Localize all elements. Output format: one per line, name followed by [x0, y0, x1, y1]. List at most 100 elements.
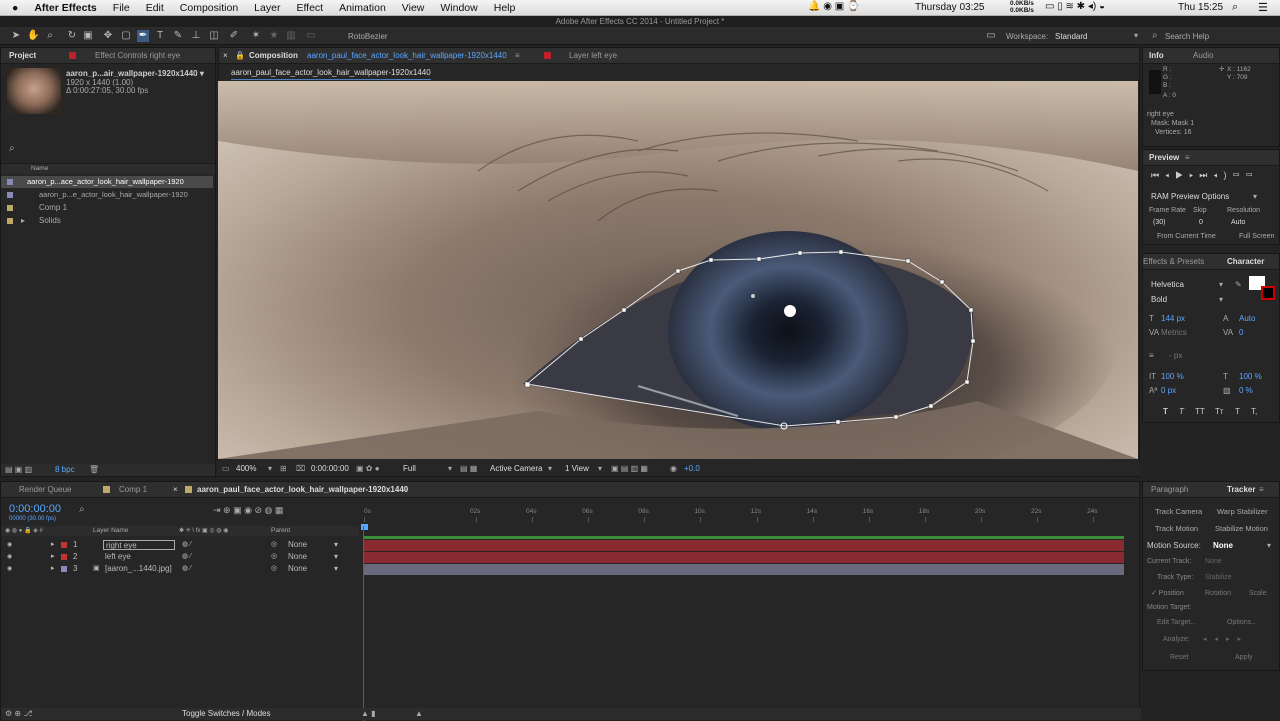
toggle-switches-modes[interactable]: Toggle Switches / Modes	[182, 708, 271, 720]
menu-help[interactable]: Help	[486, 2, 524, 14]
menu-edit[interactable]: Edit	[138, 2, 172, 14]
menu-window[interactable]: Window	[432, 2, 485, 14]
edit-target-button[interactable]: Edit Target...	[1157, 617, 1196, 629]
resolution-select[interactable]: Full	[403, 463, 416, 475]
composition-viewer[interactable]	[218, 81, 1138, 459]
scale-checkbox[interactable]: Scale	[1249, 588, 1267, 600]
list-item[interactable]: Comp 1	[1, 202, 213, 214]
baseline-shift-value[interactable]: 0 px	[1161, 385, 1176, 397]
faux-italic-button[interactable]: T	[1179, 406, 1184, 418]
visibility-icon[interactable]: ◉	[7, 539, 12, 551]
motion-source-select[interactable]: None	[1213, 540, 1233, 552]
tsume-value[interactable]: 0 %	[1239, 385, 1253, 397]
lock-icon[interactable]: 🔒	[235, 48, 245, 64]
brush-tool-icon[interactable]: ✎	[172, 30, 184, 42]
status-icons[interactable]: 🔔 ◉ ▣ ⌚	[808, 1, 859, 12]
interpret-footage-icon[interactable]: ▤ ▣ ▥	[5, 464, 32, 476]
tab-tracker[interactable]: Tracker	[1227, 482, 1255, 498]
parent-pickwhip-icon[interactable]: ◎	[271, 551, 277, 563]
track-camera-button[interactable]: Track Camera	[1155, 506, 1202, 518]
shy-icon[interactable]: ◍ ⁄	[182, 563, 191, 575]
track-type-select[interactable]: Stabilize	[1205, 572, 1231, 584]
views-dropdown-icon[interactable]: ▾	[598, 463, 602, 475]
menu-app[interactable]: After Effects	[26, 2, 104, 14]
toggle-icons[interactable]: ▣ ▤ ▥ ▦	[611, 463, 648, 475]
work-area-bar[interactable]	[364, 536, 1124, 539]
stroke-width-value[interactable]: - px	[1169, 350, 1182, 362]
parent-select[interactable]: None	[288, 563, 307, 575]
layer-name[interactable]: left eye	[105, 551, 131, 563]
close-tab-icon[interactable]: ×	[223, 48, 228, 64]
grid-icon[interactable]: ⊞	[280, 463, 287, 475]
hand-tool-icon[interactable]: ✋	[27, 30, 39, 42]
resolution-select-preview[interactable]: Auto	[1231, 217, 1245, 229]
parent-pickwhip-icon[interactable]: ◎	[271, 563, 277, 575]
type-tool-icon[interactable]: T	[154, 30, 166, 42]
tab-info[interactable]: Info	[1149, 48, 1164, 64]
kerning-value[interactable]: Metrics	[1161, 327, 1187, 339]
project-search-icon[interactable]: ⌕	[9, 143, 15, 155]
tab-project[interactable]: Project	[9, 48, 36, 64]
track-motion-button[interactable]: Track Motion	[1155, 523, 1198, 535]
tab-composition-name[interactable]: aaron_paul_face_actor_look_hair_wallpape…	[307, 48, 507, 64]
warp-stabilizer-button[interactable]: Warp Stabilizer	[1217, 506, 1268, 518]
menu-layer[interactable]: Layer	[246, 2, 288, 14]
menu-file[interactable]: File	[105, 2, 138, 14]
pen-tool-icon[interactable]: ✒	[137, 30, 149, 42]
timeline-search-icon[interactable]: ⌕	[79, 504, 85, 516]
day-time[interactable]: Thursday 03:25	[915, 2, 985, 13]
font-style-select[interactable]: Bold	[1151, 294, 1167, 306]
font-family-select[interactable]: Helvetica	[1151, 279, 1184, 291]
table-row[interactable]: ◉ ▸ 2 left eye ◍ ⁄ ◎ None ▾	[1, 551, 359, 563]
selection-tool-icon[interactable]: ➤	[10, 30, 22, 42]
footer-icons[interactable]: ⚙ ⊕ ⎇	[5, 708, 33, 720]
faux-bold-button[interactable]: T	[1163, 406, 1168, 418]
ram-options-dropdown-icon[interactable]: ▾	[1253, 191, 1257, 203]
region-icon[interactable]: ▤ ▦	[460, 463, 477, 475]
shy-icon[interactable]: ◍ ⁄	[182, 551, 191, 563]
trash-icon[interactable]: 🗑	[89, 464, 99, 476]
expand-chevron-icon[interactable]: ▸	[51, 551, 55, 563]
parent-pickwhip-icon[interactable]: ◎	[271, 539, 277, 551]
stroke-color-swatch[interactable]	[1261, 286, 1275, 300]
views-select[interactable]: 1 View	[565, 463, 589, 475]
menu-animation[interactable]: Animation	[331, 2, 394, 14]
zoom-tool-icon[interactable]: ⌕	[44, 30, 56, 42]
layer-color-swatch[interactable]	[61, 542, 67, 548]
tab-character[interactable]: Character	[1227, 254, 1264, 270]
parent-dropdown-icon[interactable]: ▾	[334, 563, 338, 575]
close-tab-icon[interactable]: ×	[173, 482, 178, 498]
axis-icon[interactable]: ▥	[285, 30, 297, 42]
time-ruler[interactable]: 0s02s04s06s08s10s12s14s16s18s20s22s24s26…	[364, 508, 1154, 524]
parent-dropdown-icon[interactable]: ▾	[334, 551, 338, 563]
rotate-tool-icon[interactable]: ↻	[66, 30, 78, 42]
layer-color-swatch[interactable]	[61, 554, 67, 560]
clone-tool-icon[interactable]: ⊥	[190, 30, 202, 42]
camera-tool-icon[interactable]: ▣	[82, 30, 94, 42]
snap-icon[interactable]: ★	[268, 30, 280, 42]
tab-menu-icon[interactable]: ≡	[515, 48, 520, 64]
eyedropper-icon[interactable]: ✎	[1235, 279, 1242, 291]
horizontal-scale-value[interactable]: 100 %	[1239, 371, 1262, 383]
apply-button[interactable]: Apply	[1235, 652, 1253, 664]
tab-comp-main[interactable]: aaron_paul_face_actor_look_hair_wallpape…	[197, 482, 408, 498]
viewer-timecode[interactable]: 0:00:00:00	[311, 463, 349, 475]
camera-dropdown-icon[interactable]: ▾	[548, 463, 552, 475]
position-checkbox[interactable]: ✓ Position	[1151, 588, 1184, 600]
apple-icon[interactable]: ●	[0, 2, 26, 14]
camera-icon[interactable]: ▣ ✿ ●	[356, 463, 380, 475]
eraser-tool-icon[interactable]: ◫	[208, 30, 220, 42]
column-parent[interactable]: Parent	[271, 525, 290, 537]
current-track-select[interactable]: None	[1205, 556, 1222, 568]
tab-paragraph[interactable]: Paragraph	[1151, 482, 1188, 498]
axis-mode-icon[interactable]: ▭	[305, 30, 317, 42]
reset-button[interactable]: Reset	[1170, 652, 1188, 664]
playback-controls[interactable]: ⏮◂▶▸⏭◂)▭▭	[1151, 170, 1279, 184]
menu-view[interactable]: View	[394, 2, 433, 14]
menu-composition[interactable]: Composition	[172, 2, 246, 14]
expand-chevron-icon[interactable]: ▸	[51, 539, 55, 551]
layer-bar-image[interactable]	[364, 564, 1124, 575]
subscript-button[interactable]: T,	[1251, 406, 1257, 418]
tab-effects-presets[interactable]: Effects & Presets	[1143, 254, 1204, 270]
zoom-in-icon[interactable]: ▲	[415, 708, 423, 720]
